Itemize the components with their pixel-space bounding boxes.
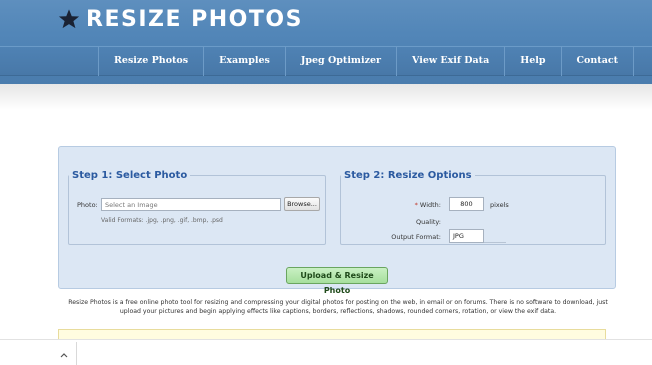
step2-fieldset: Step 2: Resize Options * Width: 800 pixe… <box>340 170 606 245</box>
output-format-label: Output Format: <box>391 233 441 241</box>
browse-button[interactable]: Browse... <box>284 197 320 211</box>
site-logo[interactable]: RESIZE PHOTOS <box>58 4 303 34</box>
width-input[interactable]: 800 <box>449 197 484 211</box>
valid-formats-text: Valid Formats: .jpg, .png, .gif, .bmp, .… <box>101 217 223 224</box>
site-description: Resize Photos is a free online photo too… <box>68 299 608 315</box>
step1-title: Step 1: Select Photo <box>72 170 188 181</box>
format-underline <box>484 242 506 243</box>
step1-fieldset: Step 1: Select Photo Photo: Select an Im… <box>68 170 326 245</box>
pixels-unit-label: pixels <box>490 201 509 209</box>
width-label-text: Width: <box>419 201 441 209</box>
nav-item-help[interactable]: Help <box>505 46 562 76</box>
nav-item-resize-photos[interactable]: Resize Photos <box>98 46 205 76</box>
bottom-bar <box>0 339 652 365</box>
chevron-up-icon[interactable] <box>56 349 72 361</box>
chevron-up-glyph <box>60 353 68 358</box>
upload-resize-button[interactable]: Upload & Resize Photo <box>286 267 388 295</box>
header-shadow <box>0 84 652 110</box>
nav-item-view-exif-data[interactable]: View Exif Data <box>397 46 506 76</box>
output-format-select[interactable]: JPG <box>449 229 484 243</box>
width-label: * Width: <box>415 201 441 209</box>
site-header: RESIZE PHOTOS Resize Photos Examples Jpe… <box>0 0 652 84</box>
bottom-divider <box>76 342 77 365</box>
main-nav: Resize Photos Examples Jpeg Optimizer Vi… <box>98 46 635 76</box>
nav-item-jpeg-optimizer[interactable]: Jpeg Optimizer <box>286 46 398 76</box>
resize-form-panel: Step 1: Select Photo Photo: Select an Im… <box>58 146 616 295</box>
notice-box <box>58 329 606 339</box>
brand-name: RESIZE PHOTOS <box>86 6 303 32</box>
photo-label: Photo: <box>77 201 98 209</box>
step2-title: Step 2: Resize Options <box>344 170 472 181</box>
quality-label: Quality: <box>416 218 441 226</box>
required-marker: * <box>414 201 418 209</box>
nav-item-examples[interactable]: Examples <box>204 46 286 76</box>
nav-item-contact[interactable]: Contact <box>562 46 635 76</box>
star-icon <box>58 9 80 29</box>
photo-file-input[interactable]: Select an Image <box>101 198 281 211</box>
